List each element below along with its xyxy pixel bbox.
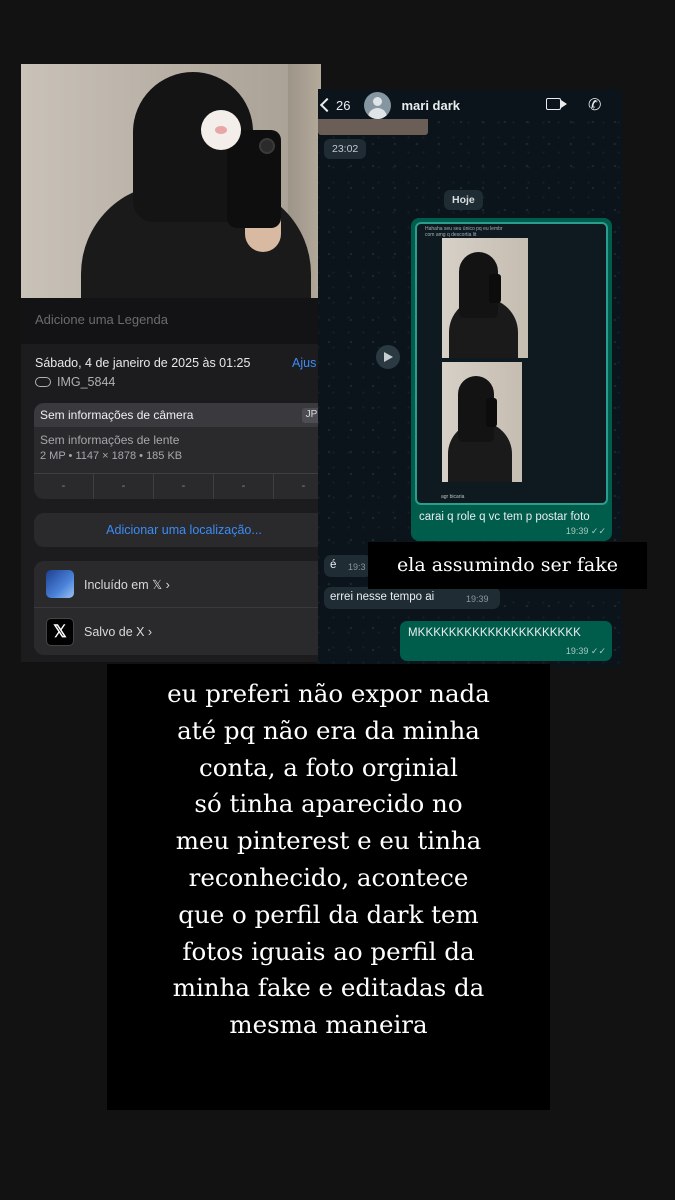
video-call-icon[interactable] [546,98,567,110]
exif-value: - [154,474,214,499]
selfie-thumbnail [442,238,528,358]
album-card: Incluído em 𝕏 › 𝕏 Salvo de X › [34,561,321,655]
previous-image[interactable] [318,119,428,135]
album-row-included[interactable]: Incluído em 𝕏 › [34,561,321,608]
avatar[interactable] [364,91,392,119]
photo-date: Sábado, 4 de janeiro de 2025 às 01:25 [35,356,251,370]
message-time: 19:3 [348,562,366,572]
message-text: errei nesse tempo ai [330,591,435,603]
overlay-label: ela assumindo ser fake [368,542,647,589]
album-row-saved[interactable]: 𝕏 Salvo de X › [34,608,321,655]
x-logo-icon: 𝕏 [46,617,74,646]
adjust-button[interactable]: Ajus [292,356,316,370]
photo-filename: IMG_5844 [35,375,115,389]
image-specs: 2 MP • 1147 × 1878 • 185 KB [40,450,183,462]
cloud-icon [35,377,51,387]
phone-call-icon[interactable]: ✆ [588,95,601,115]
camera-title: Sem informações de câmera [40,408,194,422]
message-text: carai q role q vc tem p postar foto [419,511,590,523]
message-text: é [330,559,337,571]
album-included-label: Incluído em 𝕏 › [84,577,170,592]
message-time: 19:39 [466,594,489,604]
back-icon[interactable] [319,97,335,113]
album-thumbnail [46,570,74,598]
outgoing-message[interactable]: MKKKKKKKKKKKKKKKKKKKKK 19:39 ✓✓ [400,621,612,661]
message-text: MKKKKKKKKKKKKKKKKKKKKK [408,627,581,639]
contact-name[interactable]: mari dark [401,98,460,113]
selfie-thumbnail [442,362,522,482]
camera-info-card: Sem informações de câmera JPE Sem inform… [34,403,321,499]
message-time: 19:39 ✓✓ [565,526,606,536]
story-text: eu preferi não expor nada até pq não era… [107,664,550,1110]
forwarded-image[interactable]: Hahaha seu seu único pq eu lembr com amg… [415,222,608,505]
lens-info: Sem informações de lente [40,433,180,447]
date-separator: Hoje [444,190,483,210]
incoming-message[interactable]: errei nesse tempo ai 19:39 [324,587,500,609]
sticker-icon [201,110,241,150]
album-saved-label: Salvo de X › [84,624,153,639]
photo-info-screenshot: Adicione uma Legenda Sábado, 4 de janeir… [21,64,321,662]
exif-value: - [274,474,321,499]
forward-icon[interactable] [376,345,400,369]
quoted-text: Hahaha seu seu único pq eu lembr com amg… [425,226,503,238]
outgoing-photo-message[interactable]: Hahaha seu seu único pq eu lembr com amg… [411,218,612,541]
message-time: 19:39 ✓✓ [565,646,606,656]
exif-row: - - - - - [34,473,321,499]
exif-value: - [34,474,94,499]
old-timestamp: 23:02 [324,139,367,159]
chat-header: 26 mari dark [318,89,622,121]
photo-tag: agr bicaria [441,494,465,500]
incoming-message[interactable]: é 19:3 [324,555,372,577]
unread-count[interactable]: 26 [336,98,350,113]
selfie-photo [21,64,321,298]
add-location-button[interactable]: Adicionar uma localização... [34,513,321,547]
exif-value: - [214,474,274,499]
exif-value: - [94,474,154,499]
filename-label: IMG_5844 [57,375,116,389]
caption-input[interactable]: Adicione uma Legenda [21,298,321,344]
